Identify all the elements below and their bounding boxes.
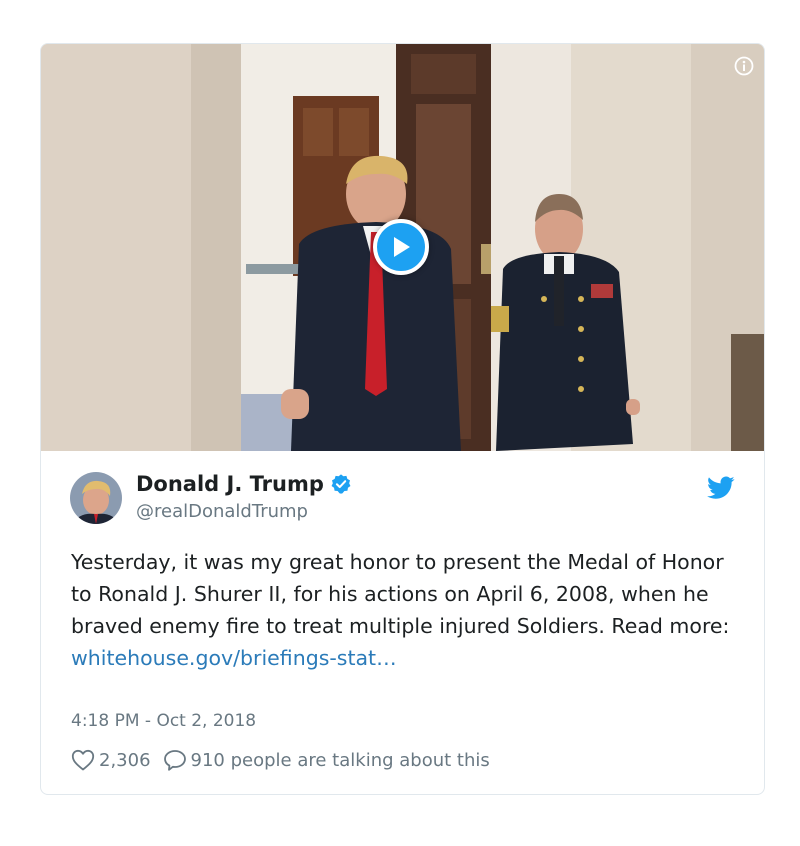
like-count: 2,306 bbox=[99, 749, 151, 771]
play-icon bbox=[394, 237, 410, 257]
tweet-actions: 2,306 910 people are talking about this bbox=[71, 749, 490, 771]
like-button[interactable]: 2,306 bbox=[71, 749, 151, 771]
profile-photo bbox=[70, 472, 122, 524]
speech-bubble-icon bbox=[163, 750, 186, 771]
verified-badge-icon bbox=[331, 474, 351, 494]
play-button[interactable] bbox=[373, 219, 429, 275]
embedded-tweet-card: Donald J. Trump @realDonaldTrump Yesterd… bbox=[40, 43, 765, 795]
tweet-link[interactable]: whitehouse.gov/briefings-stat… bbox=[71, 646, 397, 670]
author-name-row: Donald J. Trump bbox=[136, 472, 352, 496]
info-icon[interactable] bbox=[734, 56, 754, 76]
twitter-bird-icon[interactable] bbox=[707, 476, 735, 500]
reply-conversation-link[interactable]: 910 people are talking about this bbox=[163, 749, 490, 771]
video-thumbnail[interactable] bbox=[41, 44, 764, 451]
author-display-name[interactable]: Donald J. Trump bbox=[136, 472, 324, 496]
tweet-timestamp[interactable]: 4:18 PM - Oct 2, 2018 bbox=[71, 711, 256, 731]
author-handle[interactable]: @realDonaldTrump bbox=[136, 501, 308, 522]
heart-icon bbox=[71, 749, 95, 771]
tweet-body-text: Yesterday, it was my great honor to pres… bbox=[71, 550, 730, 638]
tweet-text: Yesterday, it was my great honor to pres… bbox=[71, 546, 743, 674]
avatar[interactable] bbox=[70, 472, 122, 524]
conversation-text: 910 people are talking about this bbox=[190, 749, 490, 771]
